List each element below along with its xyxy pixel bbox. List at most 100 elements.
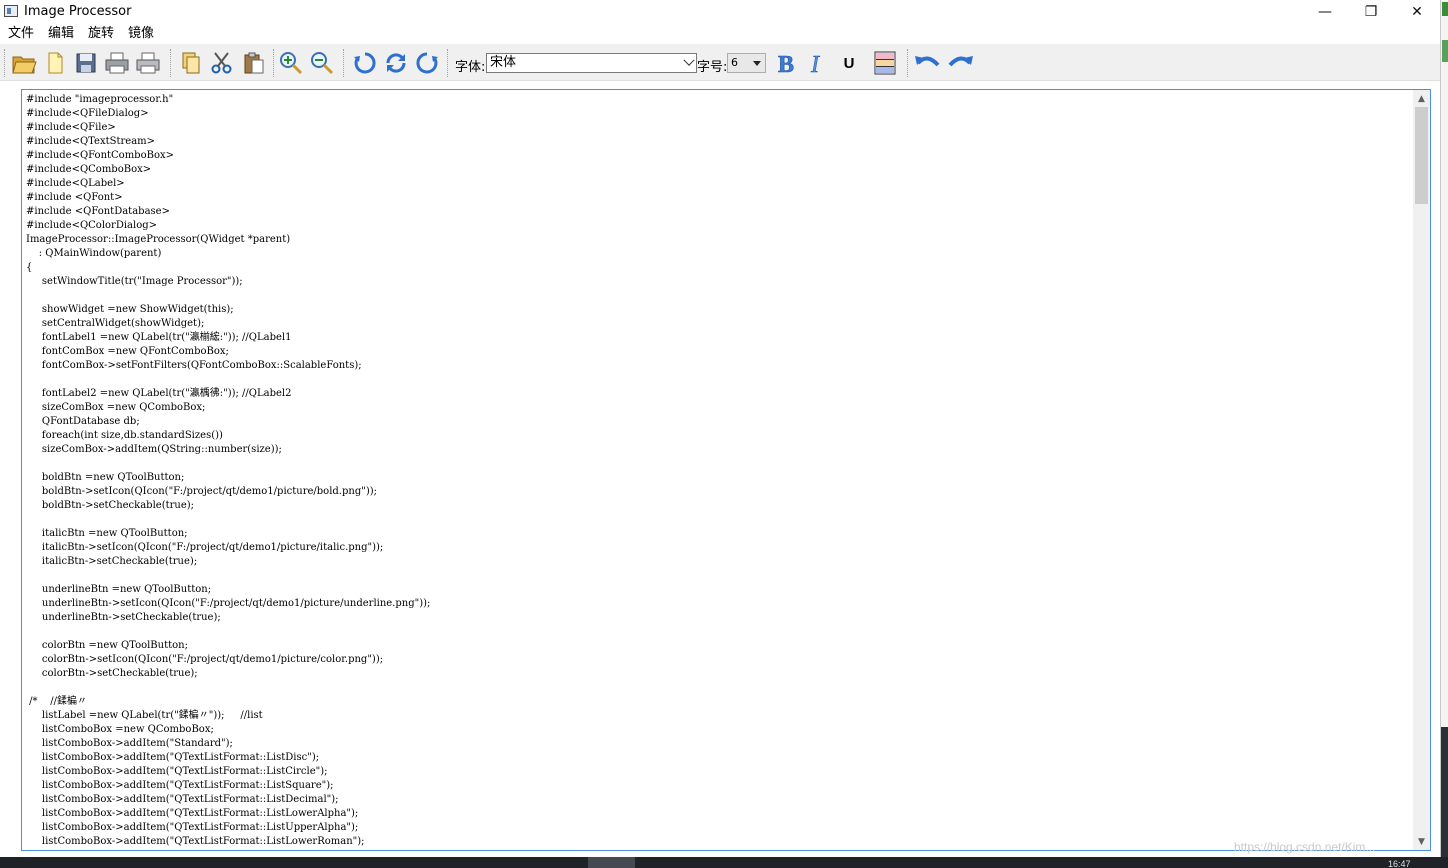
window-title: Image Processor [24, 4, 132, 19]
code-line: #include <QFontDatabase> [26, 206, 170, 217]
code-line: #include<QTextStream> [26, 136, 156, 147]
rotate-270-button[interactable] [413, 49, 441, 77]
code-line: underlineBtn->setIcon(QIcon("F:/project/… [26, 598, 431, 609]
rotate-180-button[interactable] [382, 49, 410, 77]
vertical-scrollbar[interactable]: ▲ ▼ [1413, 90, 1430, 850]
save-icon [76, 53, 96, 73]
chevron-down-icon [683, 54, 695, 66]
code-line: fontLabel2 =new QLabel(tr("瀛楀彿:")); //QL… [26, 388, 292, 399]
font-size-combo[interactable]: 6 [727, 53, 766, 73]
menu-file[interactable]: 文件 [1, 24, 41, 44]
cut-icon [211, 52, 232, 74]
code-line: showWidget =new ShowWidget(this); [26, 304, 234, 315]
zoom-in-button[interactable] [277, 49, 305, 77]
code-line: listComboBox->addItem("QTextListFormat::… [26, 808, 359, 819]
zoom-in-icon [280, 52, 303, 75]
save-button[interactable] [72, 49, 100, 77]
close-button[interactable]: ✕ [1394, 0, 1440, 24]
print-image-button[interactable] [134, 49, 162, 77]
color-icon [874, 51, 896, 75]
svg-text:B: B [778, 52, 794, 76]
maximize-button[interactable]: ❐ [1348, 0, 1394, 24]
font-label: 字体: [455, 60, 486, 75]
copy-button[interactable] [177, 49, 205, 77]
font-family-combo[interactable]: 宋体 [486, 53, 697, 73]
code-line: setCentralWidget(showWidget); [26, 318, 205, 329]
italic-icon: I [810, 52, 821, 76]
code-line: sizeComBox =new QComboBox; [26, 402, 206, 413]
background-window-edge [1440, 0, 1448, 868]
minimize-button[interactable]: — [1302, 0, 1348, 24]
menu-mirror[interactable]: 镜像 [121, 24, 161, 44]
code-line: listComboBox->addItem("QTextListFormat::… [26, 752, 320, 763]
print-text-button[interactable] [103, 49, 131, 77]
code-line: fontComBox =new QFontComboBox; [26, 346, 229, 357]
rotate-90-button[interactable] [351, 49, 379, 77]
bold-button[interactable]: B [773, 49, 801, 77]
taskbar-tab[interactable] [588, 857, 635, 868]
rotate-90-icon [354, 52, 376, 74]
clock: 16:47 [1388, 859, 1411, 868]
code-line: listComboBox->addItem("Standard"); [26, 738, 233, 749]
code-line: setWindowTitle(tr("Image Processor")); [26, 276, 243, 287]
font-size-value: 6 [731, 56, 738, 69]
menu-edit[interactable]: 编辑 [41, 24, 81, 44]
code-line: listComboBox->addItem("QTextListFormat::… [26, 794, 339, 805]
open-icon [12, 56, 37, 74]
code-line: listComboBox->addItem("QTextListFormat::… [26, 780, 334, 791]
print-image-icon [136, 52, 160, 74]
copy-icon [182, 52, 200, 74]
toolbar-separator [170, 49, 173, 77]
paste-button[interactable] [240, 49, 268, 77]
svg-text:I: I [810, 52, 820, 76]
code-line: #include <QFont> [26, 192, 123, 203]
scroll-down-arrow-icon[interactable]: ▼ [1413, 833, 1430, 850]
redo-icon [948, 56, 973, 67]
code-line: underlineBtn =new QToolButton; [26, 584, 212, 595]
code-line: fontLabel1 =new QLabel(tr("瀛椾綋:")); //QL… [26, 332, 292, 343]
code-content[interactable]: #include "imageprocessor.h" #include<QFil… [26, 93, 1411, 849]
size-label: 字号: [697, 60, 728, 75]
code-line: colorBtn =new QToolButton; [26, 640, 188, 651]
taskbar-strip [0, 857, 1448, 868]
toolbar-separator [343, 49, 346, 77]
code-line: #include<QFileDialog> [26, 108, 149, 119]
code-line: sizeComBox->addItem(QString::number(size… [26, 444, 282, 455]
bold-icon: B [778, 52, 795, 76]
cut-button[interactable] [208, 49, 236, 77]
undo-button[interactable] [914, 49, 942, 77]
color-button[interactable] [871, 49, 899, 77]
title-bar: Image Processor — ❐ ✕ [0, 0, 1440, 24]
zoom-out-button[interactable] [308, 49, 336, 77]
background-window-mark [1442, 2, 1448, 16]
open-button[interactable] [10, 49, 38, 77]
code-line: listComboBox->addItem("QTextListFormat::… [26, 836, 365, 847]
zoom-out-icon [311, 52, 334, 75]
code-line: listComboBox->addItem("QTextListFormat::… [26, 766, 328, 777]
code-line: italicBtn->setIcon(QIcon("F:/project/qt/… [26, 542, 384, 553]
code-line: { [26, 262, 33, 273]
code-line: listLabel =new QLabel(tr("鍒楄〃")); //list [26, 710, 263, 721]
code-line: boldBtn->setIcon(QIcon("F:/project/qt/de… [26, 486, 377, 497]
code-line: colorBtn->setCheckable(true); [26, 668, 198, 679]
italic-button[interactable]: I [804, 49, 832, 77]
redo-button[interactable] [946, 49, 974, 77]
menu-rotate[interactable]: 旋转 [81, 24, 121, 44]
text-editor[interactable]: #include "imageprocessor.h" #include<QFil… [21, 89, 1431, 851]
code-line: underlineBtn->setCheckable(true); [26, 612, 221, 623]
toolbar-separator [4, 49, 7, 77]
scroll-up-arrow-icon[interactable]: ▲ [1413, 90, 1430, 107]
code-line: boldBtn =new QToolButton; [26, 472, 185, 483]
underline-button[interactable]: U [835, 49, 863, 77]
new-file-button[interactable] [41, 49, 69, 77]
background-window-dark-area [1441, 727, 1448, 868]
font-family-value: 宋体 [490, 55, 517, 70]
scroll-thumb[interactable] [1415, 107, 1428, 204]
toolbar: 字体: 字号: B I U [0, 44, 1440, 81]
